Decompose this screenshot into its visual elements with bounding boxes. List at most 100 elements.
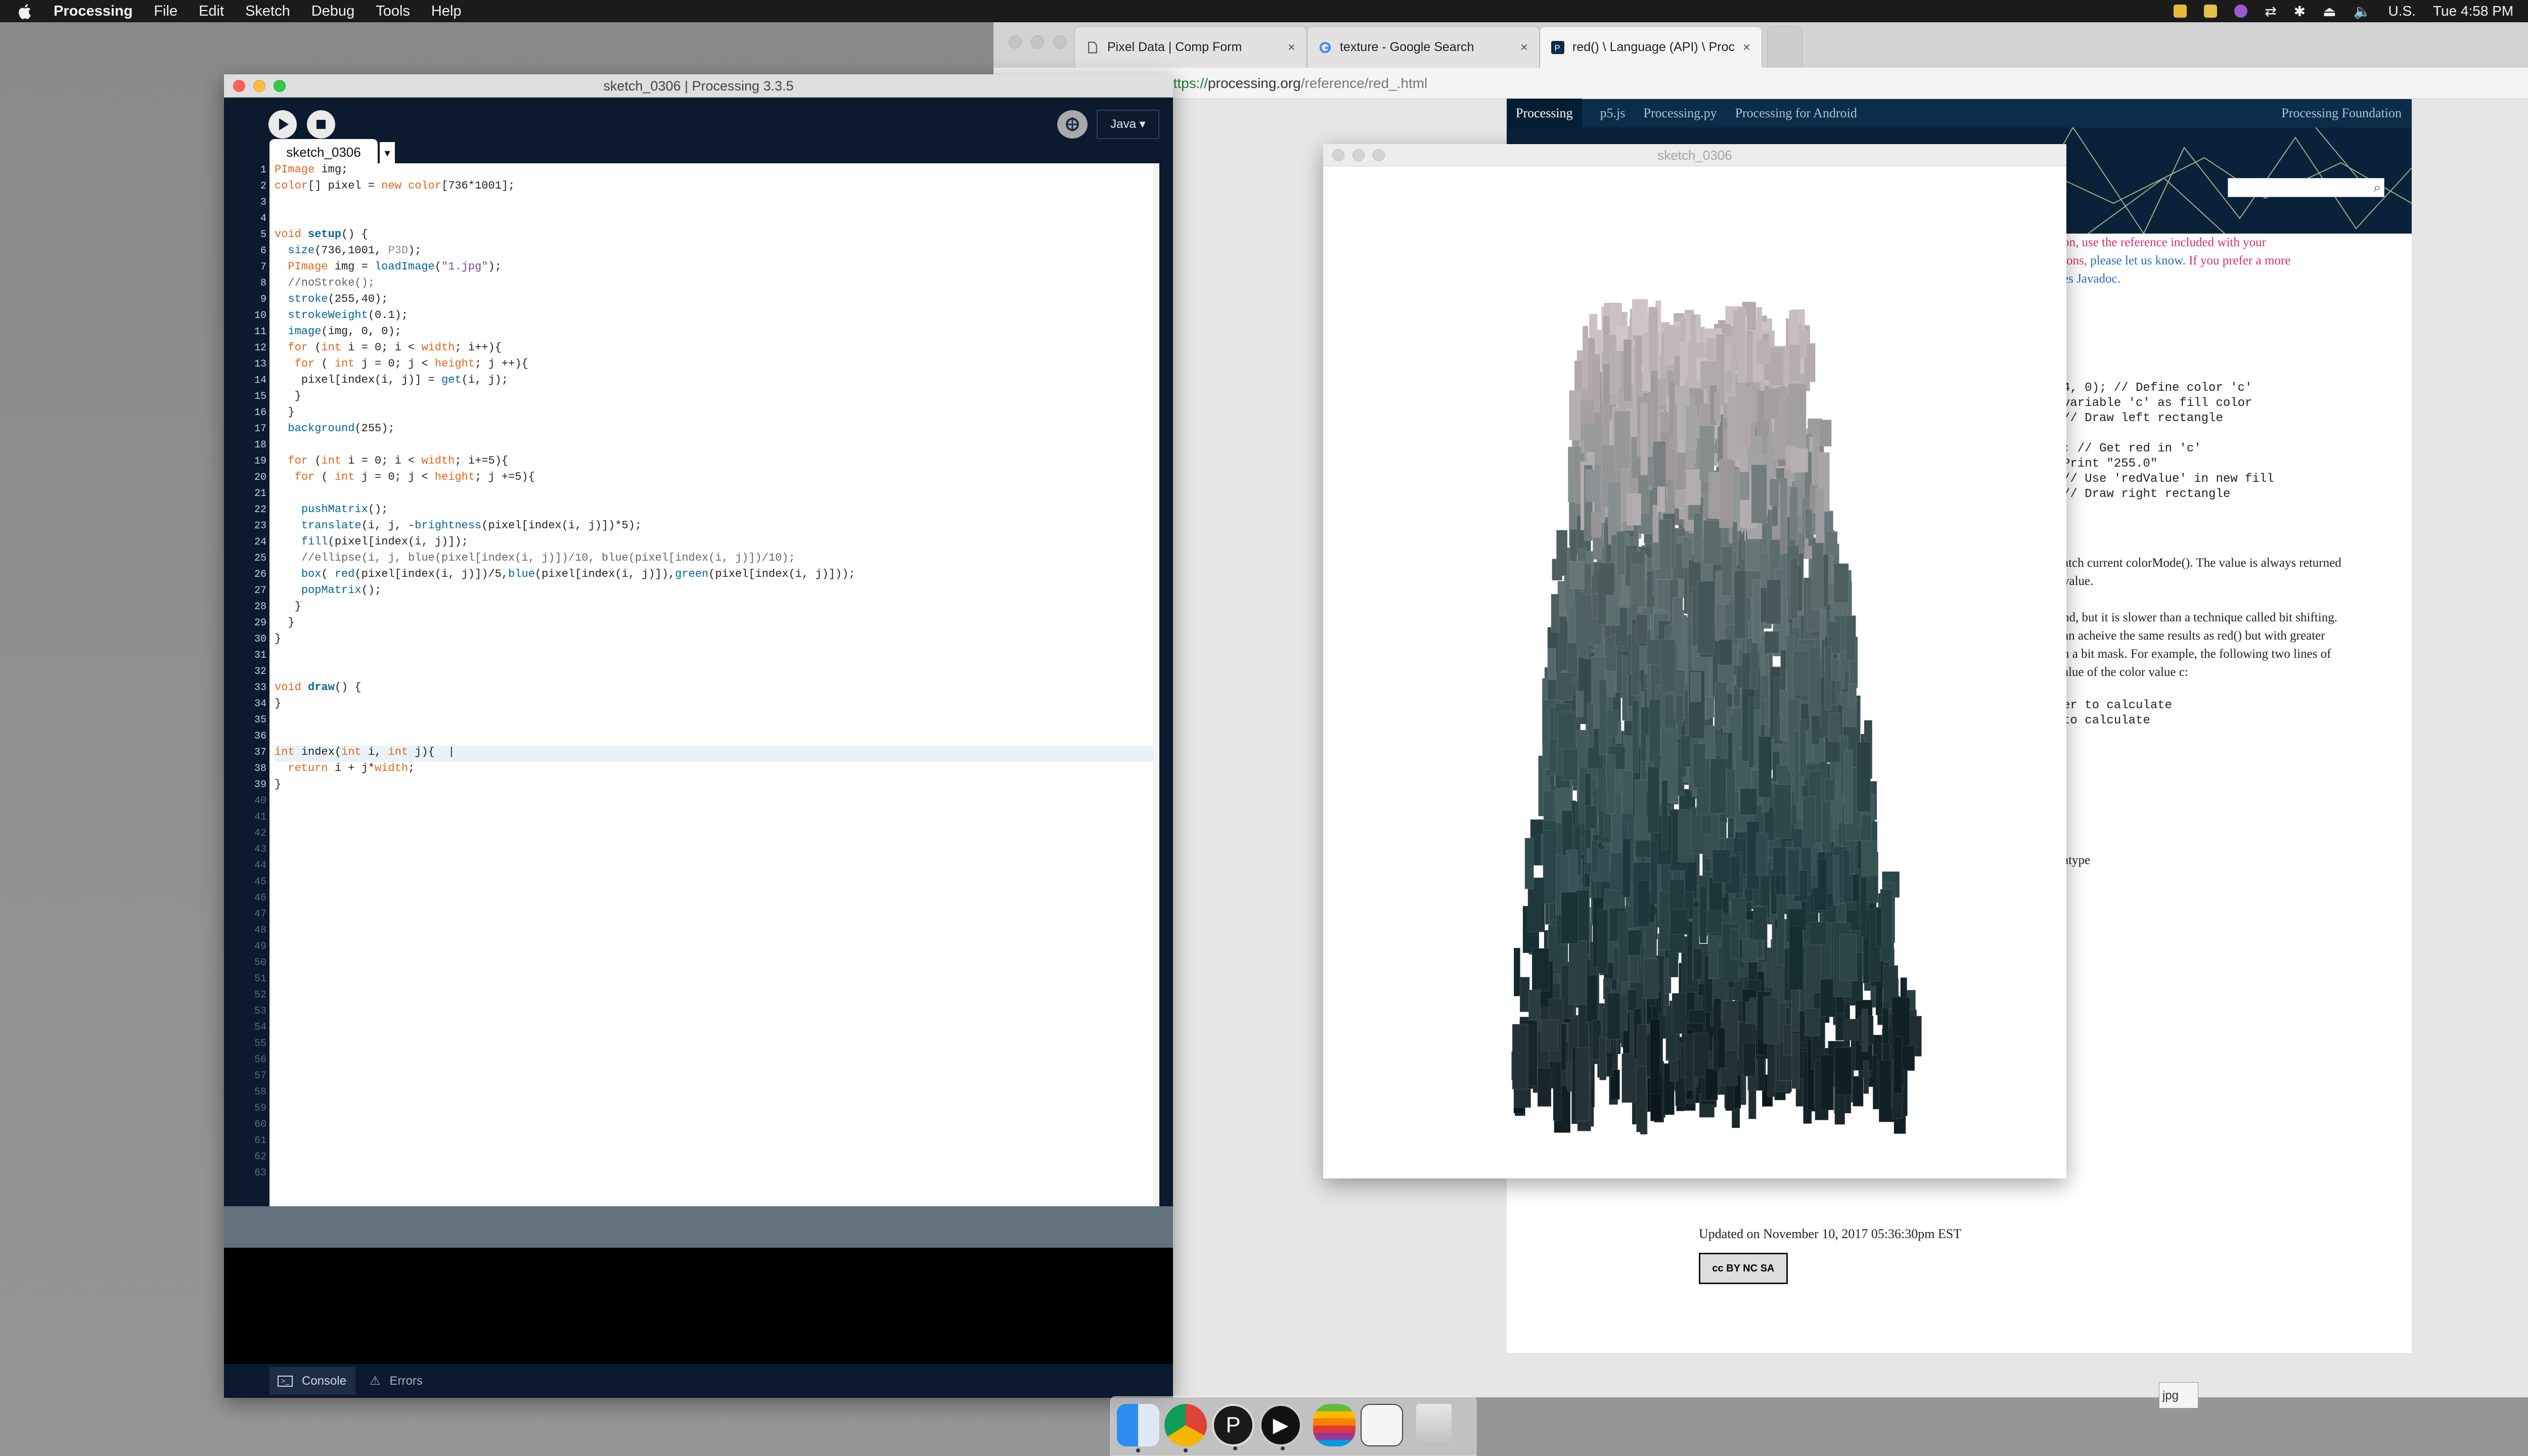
browser-toolbar: ‹ › C https://processing.org/reference/r… [994,68,2528,99]
eject-icon[interactable]: ⏏ [2323,3,2336,20]
rendered-box [1783,1024,1792,1056]
console-tab[interactable]: >_ Console [269,1367,355,1395]
line-number: 52 [254,989,266,1001]
close-tab-icon[interactable]: × [1288,39,1295,55]
code-text[interactable]: PImage img; color[] pixel = new color[73… [275,163,1154,1206]
rendered-box [1743,1042,1756,1077]
intro-line: on, use the reference included with your [2063,236,2266,249]
trash-icon[interactable] [1416,1404,1452,1446]
sketch-output-window: sketch_0306 [1323,144,2066,1178]
close-tab-icon[interactable]: × [1743,39,1750,55]
notes-status-icon[interactable] [2174,5,2187,18]
close-tab-icon[interactable]: × [1520,39,1528,55]
nav-processing-foundation[interactable]: Processing Foundation [2281,106,2402,121]
chrome-icon[interactable] [1164,1404,1207,1452]
address-bar[interactable]: https://processing.org/reference/red_.ht… [1165,75,1427,92]
rendered-box [1512,1024,1528,1090]
rendered-box [1685,405,1697,449]
rendered-box [1668,956,1679,978]
rendered-box [1672,597,1684,645]
zoom-window-icon[interactable] [1373,149,1385,161]
code-line: for (int i = 0; i < width; i++){ [288,341,502,354]
rendered-box [1690,672,1701,702]
reference-search-input[interactable]: ⌕ [2228,178,2384,197]
line-number: 56 [254,1054,266,1066]
menu-sketch[interactable]: Sketch [245,3,290,20]
rendered-box [1583,563,1592,595]
errors-tab[interactable]: ⚠ Errors [370,1367,423,1395]
debug-button[interactable] [1057,110,1088,139]
line-number: 43 [254,844,266,855]
quicktime-icon[interactable]: ▶ [1259,1404,1302,1450]
apple-logo-icon[interactable] [1313,1404,1356,1446]
app-status-icon[interactable] [2234,5,2248,18]
code-line: pushMatrix(); [301,503,388,516]
rendered-box [1731,928,1740,960]
stop-button[interactable] [307,110,335,139]
nav-processing-android[interactable]: Processing for Android [1735,106,1857,121]
menu-edit[interactable]: Edit [199,3,224,20]
apple-menu-icon[interactable] [18,3,33,20]
volume-icon[interactable]: 🔈 [2354,3,2371,20]
rendered-box [1556,672,1573,701]
sync-icon[interactable]: ⇄ [2265,3,2276,20]
browser-tab-pixel-data[interactable]: Pixel Data | Comp Form × [1074,26,1307,68]
console-output[interactable] [224,1248,1173,1364]
shield-status-icon[interactable] [2204,5,2218,18]
minimize-window-icon[interactable] [1352,149,1365,161]
rendered-box [1524,838,1534,889]
menu-app-name[interactable]: Processing [54,3,132,20]
rendered-box [1693,948,1703,980]
processing-icon[interactable]: P [1212,1404,1254,1450]
menu-help[interactable]: Help [431,3,462,20]
finder-icon[interactable] [1117,1404,1159,1452]
nav-processing[interactable]: Processing [1507,99,1582,128]
line-number: 36 [254,731,266,742]
let-us-know-link[interactable]: please let us know [2090,254,2182,267]
javadoc-link[interactable]: es Javadoc. [2063,272,2120,286]
zoom-window-icon[interactable] [1053,35,1066,49]
zoom-window-icon[interactable] [274,80,286,92]
new-tab-button[interactable] [1767,26,1802,68]
play-icon [279,118,289,130]
creative-commons-badge[interactable]: cc BY NC SA [1699,1253,1788,1284]
line-number: 44 [254,860,266,872]
google-icon [1319,41,1331,53]
tab-menu-arrow[interactable]: ▾ [380,142,395,164]
line-number: 28 [254,601,266,613]
rendered-box [1740,788,1757,815]
menu-tools[interactable]: Tools [376,3,410,20]
run-button[interactable] [268,110,297,139]
close-window-icon[interactable] [233,80,245,92]
format-select[interactable]: jpg [2159,1382,2198,1408]
code-line: } [275,616,295,629]
rendered-box [1733,685,1741,707]
preview-icon[interactable] [1361,1404,1403,1446]
minimize-window-icon[interactable] [253,80,265,92]
bluetooth-icon[interactable]: ✱ [2294,3,2306,20]
menu-file[interactable]: File [154,3,177,20]
mode-selector[interactable]: Java ▾ [1097,110,1159,139]
example-code-line: ; // Get red in 'c' [2063,442,2201,456]
example-code-line: // Draw left rectangle [2063,412,2223,425]
code-line: } [275,632,282,645]
browser-tab-red-reference[interactable]: P red() \ Language (API) \ Proce × [1540,26,1762,68]
code-editor[interactable]: 1 2 3 4 5 6 7 8 9 10 11 12 13 14 15 16 17 18 19 20 21 22 23 24 2… [224,163,1159,1206]
console-divider[interactable] [224,1206,1173,1248]
line-number: 45 [254,876,266,888]
close-window-icon[interactable] [1332,149,1344,161]
clock[interactable]: Tue 4:58 PM [2433,3,2513,19]
close-window-icon[interactable] [1009,35,1022,49]
sketch-tab[interactable]: sketch_0306 [269,139,378,164]
nav-p5js[interactable]: p5.js [1600,106,1626,121]
sketch-canvas[interactable] [1323,166,2066,1178]
menu-debug[interactable]: Debug [311,3,354,20]
nav-processing-py[interactable]: Processing.py [1644,106,1717,121]
editor-scrollbar[interactable] [1153,163,1159,1206]
rendered-box [1680,736,1691,767]
minimize-window-icon[interactable] [1031,35,1044,49]
browser-tab-google[interactable]: texture - Google Search × [1307,26,1540,68]
search-icon[interactable]: ⌕ [2373,179,2381,196]
input-source-label[interactable]: U.S. [2388,3,2415,19]
rendered-box [1537,1068,1552,1107]
